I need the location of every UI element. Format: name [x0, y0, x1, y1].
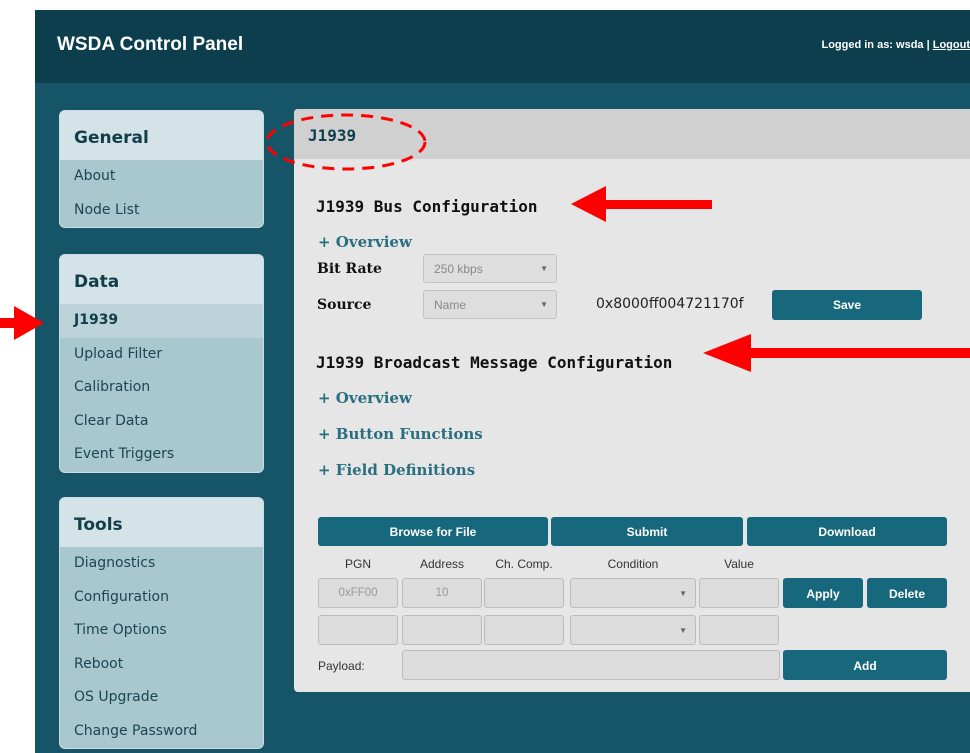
sidebar-item-reboot[interactable]: Reboot [60, 648, 263, 682]
sidebar-item-calibration[interactable]: Calibration [60, 371, 263, 405]
chevron-down-icon: ▼ [540, 264, 548, 273]
logout-link[interactable]: Logout [933, 39, 970, 51]
sidebar-item-time-options[interactable]: Time Options [60, 614, 263, 648]
browse-file-button[interactable]: Browse for File [318, 517, 548, 546]
pgn-input[interactable]: 0xFF00 [318, 578, 398, 608]
sidebar-item-os-upgrade[interactable]: OS Upgrade [60, 681, 263, 715]
condition-select-new[interactable]: ▼ [570, 615, 696, 645]
broadcast-overview-link[interactable]: + Overview [318, 389, 412, 407]
logged-in-text: Logged in as: wsda | [821, 39, 930, 51]
ch-comp-input-new[interactable] [484, 615, 564, 645]
sidebar-item-node-list[interactable]: Node List [60, 194, 263, 228]
app-frame: WSDA Control Panel Logged in as: wsda | … [35, 10, 970, 753]
bus-overview-link[interactable]: + Overview [318, 233, 412, 251]
sidebar-item-configuration[interactable]: Configuration [60, 581, 263, 615]
sidebar-item-diagnostics[interactable]: Diagnostics [60, 547, 263, 581]
sidebar-item-clear-data[interactable]: Clear Data [60, 405, 263, 439]
download-button[interactable]: Download [747, 517, 947, 546]
sidebar-item-about[interactable]: About [60, 160, 263, 194]
sidebar-item-upload-filter[interactable]: Upload Filter [60, 338, 263, 372]
top-bar: WSDA Control Panel Logged in as: wsda | … [35, 10, 970, 83]
chevron-down-icon: ▼ [679, 626, 687, 635]
bus-config-title: J1939 Bus Configuration [316, 197, 538, 216]
tools-panel: Tools Diagnostics Configuration Time Opt… [59, 497, 264, 749]
field-definitions-link[interactable]: + Field Definitions [318, 461, 475, 479]
submit-button[interactable]: Submit [551, 517, 743, 546]
tools-panel-title: Tools [60, 498, 263, 547]
condition-select[interactable]: ▼ [570, 578, 696, 608]
col-header-value: Value [724, 557, 754, 571]
data-panel-title: Data [60, 255, 263, 304]
general-panel: General About Node List [59, 110, 264, 228]
col-header-condition: Condition [607, 557, 659, 571]
apply-button[interactable]: Apply [783, 578, 863, 608]
source-select[interactable]: Name ▼ [423, 290, 557, 319]
app-title: WSDA Control Panel [57, 34, 244, 55]
payload-input[interactable] [402, 650, 780, 680]
payload-label: Payload: [318, 659, 365, 673]
content-panel: J1939 J1939 Bus Configuration + Overview… [294, 109, 970, 692]
col-header-ch-comp: Ch. Comp. [495, 557, 553, 571]
delete-button[interactable]: Delete [867, 578, 947, 608]
source-value: Name [434, 298, 467, 312]
sidebar-item-change-password[interactable]: Change Password [60, 715, 263, 749]
bit-rate-select[interactable]: 250 kbps ▼ [423, 254, 557, 283]
address-input-new[interactable] [402, 615, 482, 645]
save-button[interactable]: Save [772, 290, 922, 320]
sidebar-item-j1939[interactable]: J1939 [60, 304, 263, 338]
button-functions-link[interactable]: + Button Functions [318, 425, 483, 443]
source-hex-value: 0x8000ff004721170f [596, 296, 744, 312]
user-status: Logged in as: wsda | Logout [821, 39, 970, 51]
bit-rate-value: 250 kbps [434, 262, 483, 276]
add-button[interactable]: Add [783, 650, 947, 680]
general-panel-title: General [60, 111, 263, 160]
chevron-down-icon: ▼ [540, 300, 548, 309]
sidebar-item-event-triggers[interactable]: Event Triggers [60, 438, 263, 472]
pgn-input-new[interactable] [318, 615, 398, 645]
bit-rate-label: Bit Rate [317, 261, 382, 277]
content-header: J1939 [294, 109, 970, 159]
ch-comp-input[interactable] [484, 578, 564, 608]
value-input[interactable] [699, 578, 779, 608]
data-panel: Data J1939 Upload Filter Calibration Cle… [59, 254, 264, 473]
value-input-new[interactable] [699, 615, 779, 645]
address-input[interactable]: 10 [402, 578, 482, 608]
chevron-down-icon: ▼ [679, 589, 687, 598]
source-label: Source [317, 297, 372, 313]
col-header-address: Address [419, 557, 465, 571]
broadcast-config-title: J1939 Broadcast Message Configuration [316, 353, 673, 372]
col-header-pgn: PGN [344, 557, 371, 571]
